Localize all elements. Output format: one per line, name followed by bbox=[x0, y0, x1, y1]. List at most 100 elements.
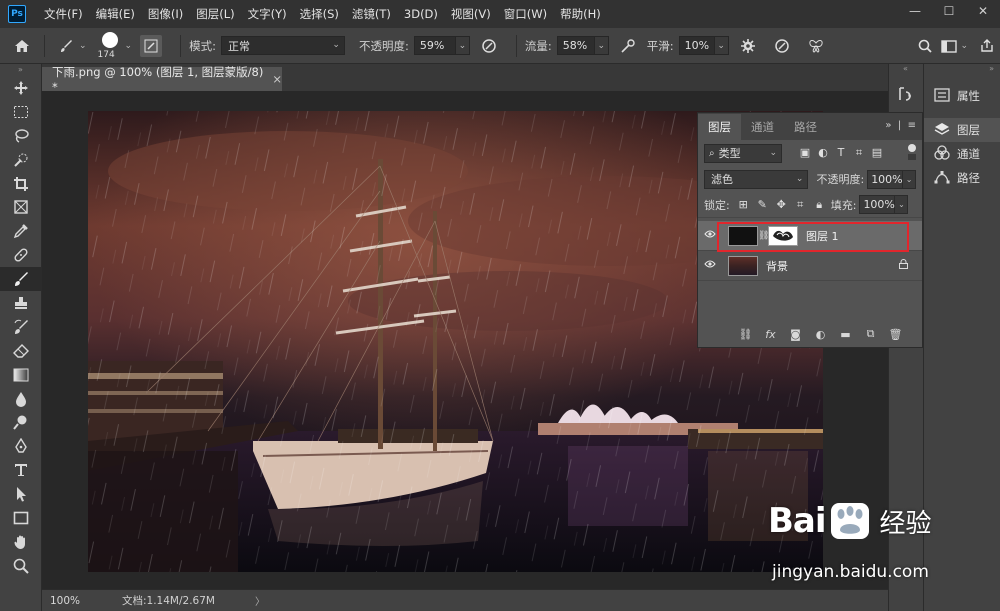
smoothing-settings-gear-icon[interactable] bbox=[737, 38, 759, 53]
brush-tool-icon[interactable] bbox=[0, 267, 42, 292]
history-icon[interactable] bbox=[897, 86, 915, 106]
status-menu-arrow-icon[interactable]: 〉 bbox=[255, 593, 265, 608]
clone-stamp-tool-icon[interactable] bbox=[0, 291, 42, 315]
menu-file[interactable]: 文件(F) bbox=[44, 6, 83, 22]
flow-input[interactable]: 58% bbox=[556, 36, 595, 55]
photoshop-logo-icon[interactable]: Ps bbox=[8, 5, 26, 23]
home-icon[interactable] bbox=[0, 39, 44, 53]
layer-kind-filter-dropdown[interactable]: ⌕ 类型 ⌄ bbox=[704, 143, 782, 163]
mask-link-chain-icon[interactable]: ⛓︎ bbox=[758, 231, 769, 241]
blur-tool-icon[interactable] bbox=[0, 387, 42, 411]
menu-help[interactable]: 帮助(H) bbox=[560, 6, 601, 22]
dock-collapse-icon[interactable]: » bbox=[924, 64, 1000, 76]
smoothing-dropdown-arrow[interactable]: ⌄ bbox=[714, 36, 729, 55]
type-tool-icon[interactable] bbox=[0, 458, 42, 482]
delete-layer-trash-icon[interactable]: 🗑︎ bbox=[883, 328, 908, 341]
share-icon[interactable] bbox=[974, 39, 1000, 53]
filter-smart-object-icon[interactable]: ▤ bbox=[868, 146, 886, 160]
menu-filter[interactable]: 滤镜(T) bbox=[352, 6, 391, 22]
layer-style-fx-icon[interactable]: fx bbox=[758, 328, 783, 341]
menu-layer[interactable]: 图层(L) bbox=[196, 6, 234, 22]
brush-settings-panel-icon[interactable] bbox=[140, 34, 163, 57]
brush-size-chevron-down-icon[interactable]: ⌄ bbox=[125, 41, 133, 51]
lock-transparent-pixels-icon[interactable]: ⊞ bbox=[734, 198, 753, 212]
new-layer-icon[interactable]: ⧉ bbox=[858, 327, 883, 341]
filter-pixel-icon[interactable]: ▣ bbox=[796, 146, 814, 160]
fill-input[interactable]: 100% bbox=[859, 195, 896, 214]
zoom-level[interactable]: 100% bbox=[42, 595, 94, 607]
menu-image[interactable]: 图像(I) bbox=[148, 6, 183, 22]
new-group-folder-icon[interactable]: ▬ bbox=[833, 328, 858, 341]
crop-tool-icon[interactable] bbox=[0, 172, 42, 196]
channels-panel-button[interactable]: 通道 bbox=[924, 142, 1000, 166]
pen-tool-icon[interactable] bbox=[0, 434, 42, 458]
lasso-tool-icon[interactable] bbox=[0, 124, 42, 148]
new-adjustment-layer-icon[interactable]: ◐ bbox=[808, 328, 833, 341]
layer-name[interactable]: 背景 bbox=[766, 258, 788, 274]
layer-opacity-input[interactable]: 100% bbox=[867, 169, 904, 189]
layer-thumbnail[interactable] bbox=[728, 225, 758, 246]
blend-mode-dropdown[interactable]: 滤色 ⌄ bbox=[704, 169, 809, 189]
move-tool-icon[interactable] bbox=[0, 76, 42, 100]
layer-row-background[interactable]: 背景 bbox=[698, 251, 922, 281]
paths-panel-button[interactable]: 路径 bbox=[924, 166, 1000, 190]
layer-thumbnail[interactable] bbox=[728, 255, 758, 276]
document-tab[interactable]: 下雨.png @ 100% (图层 1, 图层蒙版/8) * × bbox=[42, 65, 282, 94]
collapse-toolbar-icon[interactable]: » bbox=[0, 64, 41, 76]
opacity-dropdown-arrow[interactable]: ⌄ bbox=[455, 36, 470, 55]
lock-all-icon[interactable]: 🔒︎ bbox=[810, 198, 829, 212]
lock-artboard-icon[interactable]: ⌗ bbox=[791, 198, 810, 212]
strip-collapse-icon[interactable]: « bbox=[903, 64, 908, 73]
layer-row-layer1[interactable]: ⛓︎ 图层 1 bbox=[698, 221, 922, 251]
lock-image-pixels-icon[interactable]: ✎ bbox=[753, 198, 772, 212]
rectangle-tool-icon[interactable] bbox=[0, 506, 42, 530]
healing-brush-tool-icon[interactable] bbox=[0, 243, 42, 267]
zoom-tool-icon[interactable] bbox=[0, 554, 42, 578]
close-button[interactable]: ✕ bbox=[966, 0, 1000, 22]
workspace-layout-icon[interactable] bbox=[938, 39, 960, 53]
mode-dropdown[interactable]: 正常 ⌄ bbox=[220, 36, 345, 55]
pressure-opacity-icon[interactable] bbox=[478, 38, 500, 54]
filter-adjustment-icon[interactable]: ◐ bbox=[814, 146, 832, 160]
smoothing-input[interactable]: 10% bbox=[678, 36, 715, 55]
eyedropper-tool-icon[interactable] bbox=[0, 219, 42, 243]
menu-3d[interactable]: 3D(D) bbox=[404, 7, 438, 21]
brush-preset-icon[interactable] bbox=[53, 38, 79, 54]
dodge-tool-icon[interactable] bbox=[0, 410, 42, 434]
quick-selection-tool-icon[interactable] bbox=[0, 148, 42, 172]
hand-tool-icon[interactable] bbox=[0, 530, 42, 554]
tab-layers[interactable]: 图层 bbox=[698, 114, 741, 140]
filter-shape-icon[interactable]: ⌗ bbox=[850, 146, 868, 160]
frame-tool-icon[interactable] bbox=[0, 195, 42, 219]
pressure-size-icon[interactable] bbox=[771, 38, 793, 54]
gradient-tool-icon[interactable] bbox=[0, 363, 42, 387]
visibility-eye-icon[interactable] bbox=[698, 260, 722, 271]
search-icon[interactable] bbox=[912, 39, 938, 53]
brush-preset-chevron-down-icon[interactable]: ⌄ bbox=[79, 41, 87, 51]
symmetry-butterfly-icon[interactable] bbox=[805, 39, 827, 53]
flow-dropdown-arrow[interactable]: ⌄ bbox=[594, 36, 609, 55]
properties-panel-button[interactable]: 属性 bbox=[924, 84, 1000, 108]
workspace-chevron-down-icon[interactable]: ⌄ bbox=[960, 41, 968, 51]
close-document-icon[interactable]: × bbox=[272, 72, 282, 86]
layers-panel-button[interactable]: 图层 bbox=[924, 118, 1000, 142]
link-layers-icon[interactable]: ⛓︎ bbox=[733, 328, 758, 341]
brush-size-picker[interactable]: 174 bbox=[95, 30, 125, 62]
lock-position-icon[interactable]: ✥ bbox=[772, 198, 791, 212]
filter-type-icon[interactable]: T bbox=[832, 146, 850, 160]
panel-menu-icon[interactable]: » | ≡ bbox=[885, 120, 916, 131]
menu-type[interactable]: 文字(Y) bbox=[248, 6, 287, 22]
layer-opacity-arrow[interactable]: ⌄ bbox=[903, 169, 916, 189]
layer-mask-thumbnail[interactable] bbox=[768, 225, 798, 246]
add-mask-icon[interactable]: ◙ bbox=[783, 328, 808, 341]
opacity-input[interactable]: 59% bbox=[413, 36, 456, 55]
layer-name[interactable]: 图层 1 bbox=[806, 228, 839, 244]
visibility-eye-icon[interactable] bbox=[698, 230, 722, 241]
maximize-button[interactable]: ☐ bbox=[932, 0, 966, 22]
marquee-tool-icon[interactable] bbox=[0, 100, 42, 124]
tab-paths[interactable]: 路径 bbox=[784, 114, 827, 140]
tab-channels[interactable]: 通道 bbox=[741, 114, 784, 140]
menu-edit[interactable]: 编辑(E) bbox=[96, 6, 135, 22]
airbrush-icon[interactable] bbox=[617, 38, 639, 54]
menu-window[interactable]: 窗口(W) bbox=[504, 6, 547, 22]
